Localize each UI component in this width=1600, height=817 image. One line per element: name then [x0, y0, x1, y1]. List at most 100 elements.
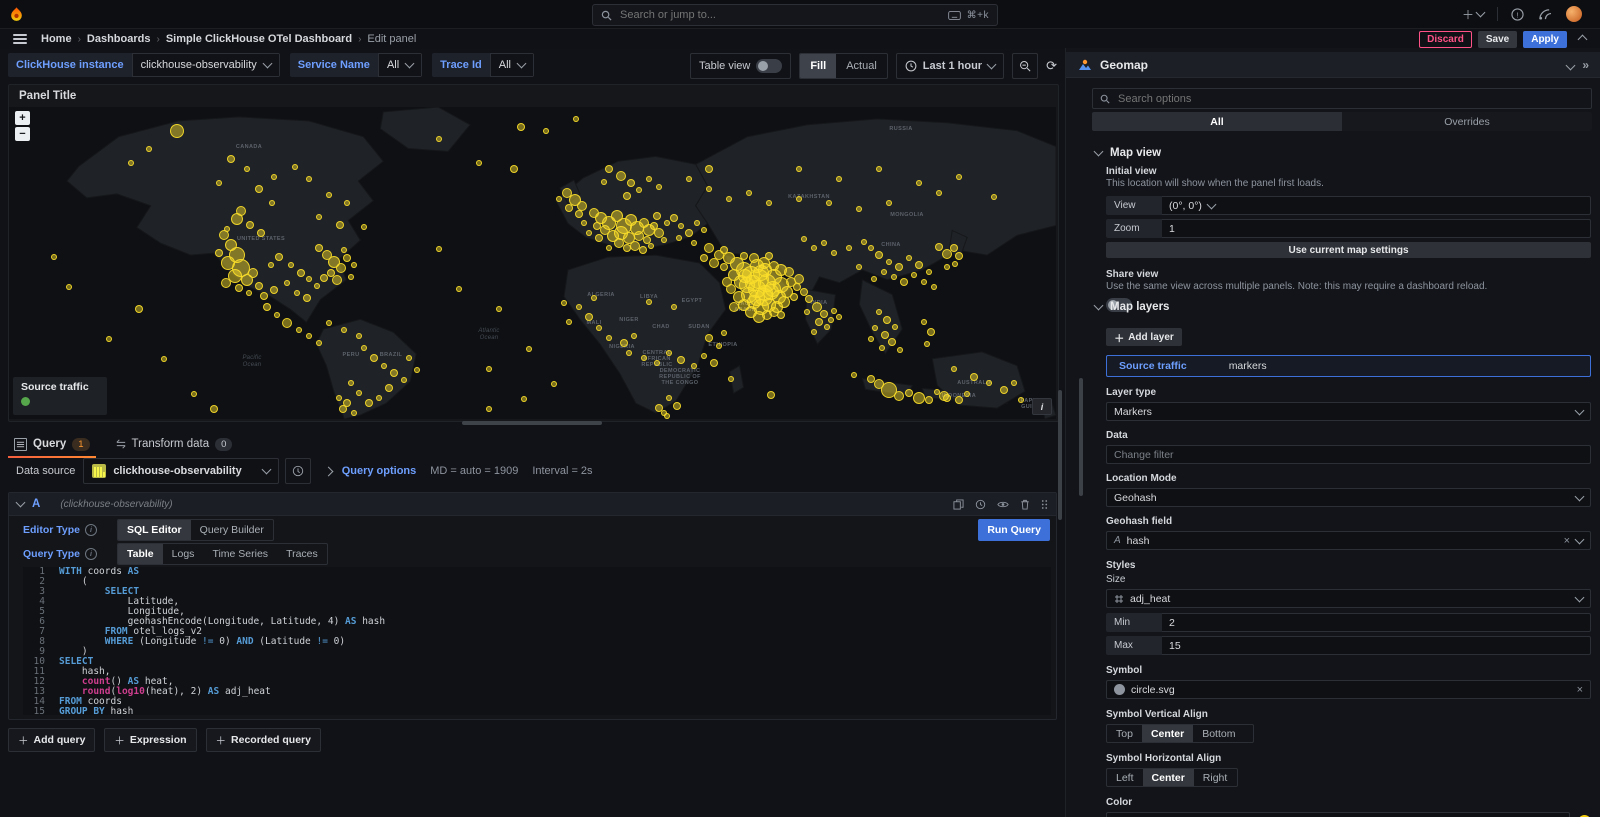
tab-transform-data[interactable]: Transform data 0: [110, 432, 239, 456]
valign-bottom-option[interactable]: Bottom: [1193, 725, 1244, 742]
table-view-toggle[interactable]: Table view: [690, 53, 791, 79]
grafana-logo[interactable]: [8, 6, 25, 23]
map-marker: [510, 165, 518, 173]
drag-handle-icon[interactable]: [1041, 499, 1048, 510]
options-search-input[interactable]: [1116, 92, 1584, 106]
geohash-field-select[interactable]: A hash ×: [1106, 531, 1591, 550]
add-layer-button[interactable]: ＋Add layer: [1106, 328, 1182, 346]
halign-right-option[interactable]: Right: [1194, 769, 1237, 786]
map-marker: [593, 222, 601, 230]
scrollbar-thumb[interactable]: [1058, 390, 1062, 520]
section-map-view[interactable]: Map view: [1095, 147, 1161, 159]
clear-icon[interactable]: ×: [1564, 535, 1570, 547]
collapse-pane-icon[interactable]: »: [1582, 58, 1589, 72]
layer-row-source-traffic[interactable]: Source traffic markers: [1106, 355, 1591, 377]
breadcrumb-dashboard-title[interactable]: Simple ClickHouse OTel Dashboard: [166, 33, 352, 45]
zoom-out-button[interactable]: −: [15, 127, 30, 141]
zoom-input[interactable]: 1: [1162, 219, 1591, 238]
time-range-picker[interactable]: Last 1 hour: [896, 53, 1004, 79]
data-filter-select[interactable]: Change filter: [1106, 445, 1591, 464]
global-search[interactable]: ⌘+k: [592, 4, 998, 26]
traces-option[interactable]: Traces: [277, 544, 327, 564]
color-select[interactable]: Fixed color: [1106, 812, 1570, 817]
map-marker: [986, 380, 992, 386]
tab-overrides[interactable]: Overrides: [1342, 112, 1592, 131]
expression-button[interactable]: ＋Expression: [104, 728, 196, 752]
actual-option[interactable]: Actual: [836, 54, 887, 78]
info-icon[interactable]: i: [85, 548, 97, 560]
news-icon[interactable]: [1538, 8, 1551, 21]
location-mode-select[interactable]: Geohash: [1106, 488, 1591, 507]
zoom-out-time-button[interactable]: [1012, 53, 1038, 79]
trash-icon[interactable]: [1020, 499, 1030, 510]
view-select[interactable]: (0°, 0°): [1162, 196, 1591, 215]
variable-value-dropdown[interactable]: All: [378, 53, 422, 77]
map-marker: [927, 328, 935, 336]
discard-button[interactable]: Discard: [1419, 31, 1472, 48]
search-input[interactable]: [618, 8, 942, 22]
query-header[interactable]: A (clickhouse-observability): [9, 493, 1056, 516]
tab-query[interactable]: Query 1: [8, 432, 96, 456]
min-input[interactable]: 2: [1162, 613, 1591, 632]
sql-editor-option[interactable]: SQL Editor: [118, 520, 191, 540]
menu-icon[interactable]: [13, 32, 27, 46]
variable-value-dropdown[interactable]: clickhouse-observability: [132, 53, 280, 77]
help-icon[interactable]: !: [1511, 8, 1524, 21]
toggle-switch[interactable]: [756, 59, 782, 73]
use-current-map-settings-button[interactable]: Use current map settings: [1106, 242, 1591, 258]
time-series-option[interactable]: Time Series: [203, 544, 277, 564]
datasource-picker[interactable]: clickhouse-observability: [83, 458, 278, 484]
save-button[interactable]: Save: [1478, 31, 1517, 48]
variable-value-dropdown[interactable]: All: [490, 53, 534, 77]
halign-center-option[interactable]: Center: [1143, 769, 1194, 786]
clear-icon[interactable]: ×: [1577, 684, 1583, 696]
avatar[interactable]: [1566, 6, 1582, 22]
map-marker: [766, 200, 772, 206]
halign-left-option[interactable]: Left: [1107, 769, 1143, 786]
sql-editor[interactable]: 1WITH coords AS2 (3 SELECT4 Latitude,5 L…: [23, 567, 1051, 715]
symbol-select[interactable]: circle.svg ×: [1106, 680, 1591, 699]
breadcrumb-dashboards[interactable]: Dashboards: [87, 33, 151, 45]
visualization-picker[interactable]: Geomap »: [1066, 52, 1600, 78]
valign-top-option[interactable]: Top: [1107, 725, 1142, 742]
history-icon[interactable]: [975, 499, 986, 510]
panel-title[interactable]: Panel Title: [9, 85, 1058, 107]
editor-type-group: SQL Editor Query Builder: [117, 519, 274, 541]
collapse-up-icon[interactable]: [1579, 32, 1586, 46]
refresh-icon[interactable]: ⟳: [1046, 58, 1057, 74]
breadcrumb-home[interactable]: Home: [41, 33, 72, 45]
zoom-in-button[interactable]: +: [15, 111, 30, 125]
panel-resize-handle[interactable]: [462, 421, 602, 425]
map-marker: [836, 176, 842, 182]
logs-option[interactable]: Logs: [163, 544, 204, 564]
info-icon[interactable]: i: [85, 524, 97, 536]
min-label: Min: [1106, 613, 1162, 632]
eye-icon[interactable]: [997, 499, 1009, 510]
table-option[interactable]: Table: [118, 544, 163, 564]
scrollbar-thumb[interactable]: [1079, 378, 1083, 496]
max-input[interactable]: 15: [1162, 636, 1591, 655]
map-attribution-info-button[interactable]: i: [1032, 398, 1052, 415]
duplicate-icon[interactable]: [953, 499, 964, 510]
valign-center-option[interactable]: Center: [1142, 725, 1193, 742]
run-query-button[interactable]: Run Query: [978, 519, 1050, 541]
options-search[interactable]: [1092, 88, 1592, 109]
section-map-layers[interactable]: Map layers: [1095, 301, 1169, 313]
add-query-button[interactable]: ＋Add query: [8, 728, 95, 752]
map-canvas[interactable]: RUSSIACANADAUNITED STATESKAZAKHSTANMONGO…: [9, 107, 1056, 419]
recorded-query-button[interactable]: ＋Recorded query: [206, 728, 321, 752]
layer-type-select[interactable]: Markers: [1106, 402, 1591, 421]
geomap-panel[interactable]: Panel Title: [8, 84, 1059, 422]
datasource-help-button[interactable]: [285, 458, 311, 484]
new-button[interactable]: ＋: [1462, 6, 1484, 23]
sql-line: 14FROM coords: [23, 697, 1051, 707]
tab-all[interactable]: All: [1092, 112, 1342, 131]
query-builder-option[interactable]: Query Builder: [191, 520, 273, 540]
map-marker: [894, 391, 904, 401]
query-options-toggle[interactable]: Query options: [342, 465, 417, 477]
chevron-right-icon[interactable]: [325, 464, 332, 478]
size-field-select[interactable]: adj_heat: [1106, 589, 1591, 608]
apply-button[interactable]: Apply: [1523, 31, 1567, 48]
fill-option[interactable]: Fill: [800, 54, 836, 78]
map-marker: [886, 259, 892, 265]
